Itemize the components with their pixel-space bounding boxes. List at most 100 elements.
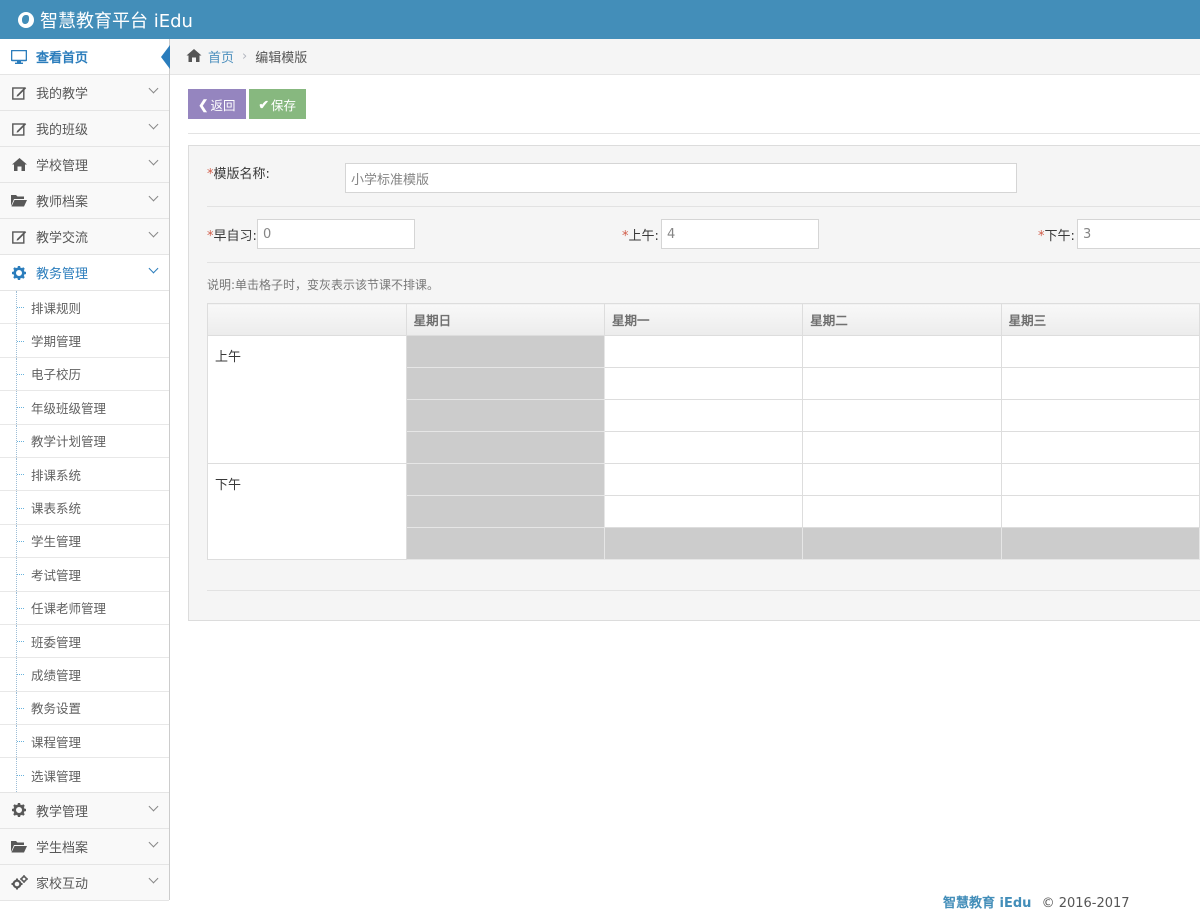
schedule-cell[interactable]: [802, 463, 1002, 496]
schedule-cell[interactable]: [405, 431, 605, 464]
submenu-item[interactable]: 班委管理: [0, 624, 169, 659]
submenu-item[interactable]: 电子校历: [0, 357, 169, 392]
submenu-item[interactable]: 选课管理: [0, 758, 169, 793]
chevron-down-icon: [148, 83, 159, 94]
am-periods-input[interactable]: 4: [661, 219, 819, 249]
schedule-cell[interactable]: [603, 527, 804, 560]
schedule-cell[interactable]: [1000, 399, 1200, 432]
academic-affairs-submenu: 排课规则 学期管理 电子校历 年级班级管理 教学计划管理 排课系统 课表系统 学…: [0, 291, 169, 793]
schedule-cell[interactable]: [802, 527, 1002, 560]
sidebar-item-my-teaching[interactable]: 我的教学: [0, 75, 169, 111]
schedule-cell[interactable]: [405, 335, 605, 368]
app-title: 智慧教育平台 iEdu: [40, 10, 193, 32]
submenu-item[interactable]: 成绩管理: [0, 658, 169, 692]
sidebar-item-label: 教师档案: [36, 195, 89, 210]
schedule-cell[interactable]: [1000, 367, 1200, 400]
schedule-cell[interactable]: [802, 399, 1002, 432]
schedule-header-cell: 星期日: [405, 303, 605, 336]
sidebar-item-label: 我的教学: [36, 87, 89, 102]
edit-icon: [10, 86, 28, 100]
template-name-input[interactable]: 小学标准模版: [345, 163, 1017, 193]
schedule-cell[interactable]: [405, 399, 605, 432]
schedule-cell[interactable]: [603, 335, 804, 368]
chevron-left-icon: ❮: [198, 97, 209, 112]
sidebar-item-home-school[interactable]: 家校互动: [0, 864, 169, 901]
schedule-cell[interactable]: [603, 431, 804, 464]
schedule-cell[interactable]: [802, 335, 1002, 368]
schedule-header-cell: 星期一: [603, 303, 804, 336]
sidebar-item-label: 教学管理: [36, 804, 89, 820]
sidebar-item-teaching-exchange[interactable]: 教学交流: [0, 219, 169, 255]
toolbar: ❮ 返回 ✔ 保存: [188, 89, 306, 119]
schedule-cell[interactable]: [1000, 495, 1200, 528]
chevron-down-icon: [148, 873, 159, 884]
submenu-item[interactable]: 教学计划管理: [0, 424, 169, 458]
schedule-cell[interactable]: [802, 367, 1002, 400]
schedule-cell[interactable]: [603, 495, 804, 528]
schedule-header-cell: 星期二: [802, 303, 1002, 336]
submenu-item[interactable]: 年级班级管理: [0, 391, 169, 425]
sidebar-item-label: 教学交流: [36, 231, 89, 246]
sidebar-item-teaching-management[interactable]: 教学管理: [0, 792, 169, 829]
sidebar-item-label: 家校互动: [36, 876, 89, 892]
schedule-cell[interactable]: [405, 495, 605, 528]
breadcrumb-current: 编辑模版: [255, 51, 308, 66]
breadcrumb-separator-icon: ›: [242, 49, 248, 64]
submenu-item[interactable]: 学期管理: [0, 324, 169, 358]
sidebar-item-label: 教务管理: [36, 267, 89, 282]
submenu-item[interactable]: 课程管理: [0, 725, 169, 759]
submenu-item[interactable]: 教务设置: [0, 691, 169, 726]
sidebar-item-student-archive[interactable]: 学生档案: [0, 828, 169, 865]
period-label-am: 上午: [207, 335, 407, 464]
sidebar-item-label: 学生档案: [36, 840, 89, 856]
morning-study-input[interactable]: 0: [257, 219, 415, 249]
submenu-item[interactable]: 考试管理: [0, 558, 169, 592]
submenu-item[interactable]: 学生管理: [0, 524, 169, 559]
schedule-cell[interactable]: [603, 399, 804, 432]
chevron-down-icon: [148, 191, 159, 202]
sidebar-item-home[interactable]: 查看首页: [0, 39, 170, 75]
template-form: *模版名称: 小学标准模版 *早自习: 0 *上午: 4 *下午: 3 说明:单…: [188, 145, 1200, 621]
sidebar-item-label: 查看首页: [36, 51, 89, 66]
check-icon: ✔: [258, 97, 269, 112]
period-label-pm: 下午: [207, 463, 407, 560]
sidebar-item-academic-affairs[interactable]: 教务管理: [0, 255, 169, 291]
back-button[interactable]: ❮ 返回: [188, 89, 246, 119]
desktop-icon: [10, 49, 28, 64]
top-navbar: 智慧教育平台 iEdu: [0, 0, 1200, 39]
sidebar-item-my-class[interactable]: 我的班级: [0, 111, 169, 147]
sidebar-item-teacher-archive[interactable]: 教师档案: [0, 183, 169, 219]
pm-periods-input[interactable]: 3: [1077, 219, 1200, 249]
schedule-cell[interactable]: [405, 527, 605, 560]
save-button[interactable]: ✔ 保存: [248, 89, 306, 119]
schedule-cell[interactable]: [603, 367, 804, 400]
schedule-cell[interactable]: [1000, 431, 1200, 464]
breadcrumb-home-link[interactable]: 首页: [208, 47, 234, 66]
chevron-down-icon: [148, 227, 159, 238]
schedule-cell[interactable]: [405, 367, 605, 400]
schedule-cell[interactable]: [1000, 527, 1200, 560]
schedule-cell[interactable]: [1000, 335, 1200, 368]
sidebar-item-school-management[interactable]: 学校管理: [0, 147, 169, 183]
schedule-cell[interactable]: [802, 431, 1002, 464]
submenu-item[interactable]: 排课系统: [0, 457, 169, 492]
divider: [207, 206, 1200, 207]
chevron-down-icon: [148, 155, 159, 166]
submenu-item[interactable]: 排课规则: [0, 291, 169, 325]
schedule-cell[interactable]: [802, 495, 1002, 528]
footer-copyright: © 2016-2017: [1041, 896, 1130, 911]
schedule-cell[interactable]: [405, 463, 605, 496]
submenu-item[interactable]: 任课老师管理: [0, 591, 169, 625]
divider: [207, 262, 1200, 263]
submenu-item[interactable]: 课表系统: [0, 491, 169, 525]
schedule-cell[interactable]: [603, 463, 804, 496]
schedule-row: 上午: [207, 335, 1200, 464]
app-brand[interactable]: 智慧教育平台 iEdu: [18, 7, 193, 33]
divider: [207, 590, 1200, 591]
gear-icon: [10, 265, 28, 280]
chevron-down-icon: [148, 837, 159, 848]
schedule-cell[interactable]: [1000, 463, 1200, 496]
back-button-label: 返回: [210, 98, 236, 113]
gear-icon: [10, 803, 28, 818]
folder-open-icon: [10, 194, 28, 207]
